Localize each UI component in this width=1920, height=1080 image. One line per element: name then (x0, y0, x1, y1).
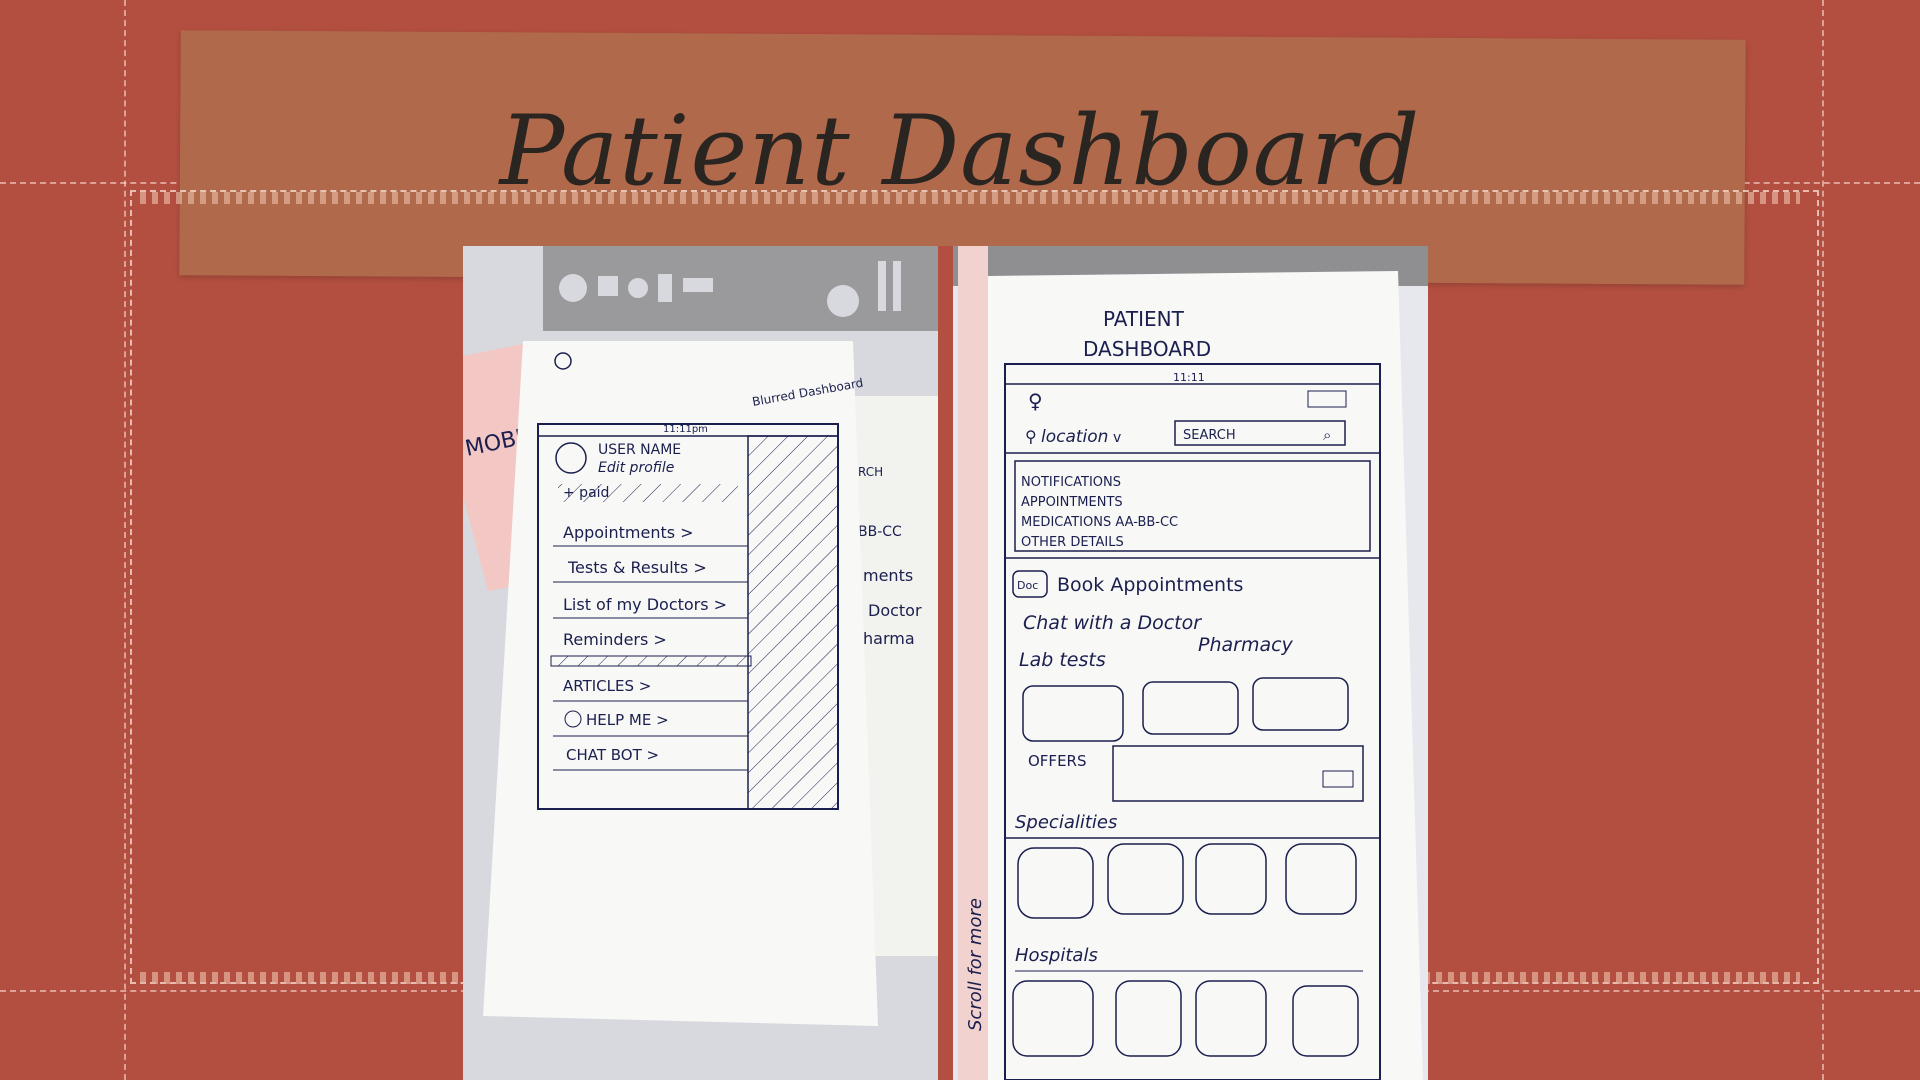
menu-item-articles: ARTICLES > (563, 677, 651, 695)
summary-medications: MEDICATIONS AA-BB-CC (1021, 515, 1178, 530)
bg-fragment-pharmacy: harma (863, 629, 915, 648)
slide-title: Patient Dashboard (499, 95, 1421, 207)
offers-label: OFFERS (1028, 752, 1086, 770)
right-sketch: PATIENT DASHBOARD 11:11 ♀ ⚲ location v S… (953, 246, 1428, 1080)
bg-fragment-appts: ments (863, 566, 913, 585)
location-pin-icon: ⚲ (1025, 427, 1037, 446)
blurred-dashboard-panel (747, 435, 839, 810)
status-time: 11:11pm (663, 424, 708, 435)
menu-item-tests: Tests & Results > (567, 558, 707, 577)
specialities-label: Specialities (1015, 812, 1117, 833)
left-sketch: MOBIL RCH BB-CC ments Doctor harma Blurr… (463, 246, 938, 1026)
scroll-note: Scroll for more (965, 898, 986, 1031)
search-placeholder: SEARCH (1183, 428, 1236, 443)
photo-divider (938, 246, 953, 1080)
pharmacy-link: Pharmacy (1198, 634, 1294, 656)
menu-separator (550, 655, 752, 667)
paid-label: + paid (563, 485, 609, 501)
chat-doctor-link: Chat with a Doctor (1023, 612, 1202, 634)
sketch-heading-line1: PATIENT (1103, 307, 1185, 331)
search-icon: ⌕ (1323, 426, 1331, 444)
doc-badge-label: Doc (1017, 579, 1038, 592)
right-sketch-photo: PATIENT DASHBOARD 11:11 ♀ ⚲ location v S… (953, 246, 1428, 1080)
menu-item-doctors: List of my Doctors > (563, 595, 727, 614)
menu-item-reminders: Reminders > (563, 630, 667, 649)
sketch-heading-line2: DASHBOARD (1083, 337, 1211, 361)
left-sketch-photo: MOBIL RCH BB-CC ments Doctor harma Blurr… (463, 246, 938, 1080)
profile-name: USER NAME (598, 442, 681, 458)
menu-item-appointments: Appointments > (563, 523, 694, 542)
bg-fragment-meds: BB-CC (858, 524, 902, 540)
profile-edit-link: Edit profile (598, 460, 674, 476)
bg-fragment-search: RCH (858, 465, 883, 479)
status-time: 11:11 (1173, 371, 1205, 384)
menu-item-help: HELP ME > (586, 711, 669, 729)
user-icon: ♀ (1028, 389, 1043, 413)
summary-notifications: NOTIFICATIONS (1021, 475, 1121, 490)
chevron-down-icon: v (1113, 430, 1121, 446)
location-selector: location (1041, 427, 1108, 447)
lab-tests-link: Lab tests (1019, 649, 1106, 671)
menu-item-chatbot: CHAT BOT > (566, 746, 659, 764)
book-appointments-link: Book Appointments (1057, 574, 1243, 596)
hospitals-label: Hospitals (1015, 945, 1098, 966)
bg-fragment-doctor: Doctor (868, 601, 922, 620)
summary-other-details: OTHER DETAILS (1021, 535, 1124, 550)
summary-appointments: APPOINTMENTS (1021, 495, 1123, 510)
